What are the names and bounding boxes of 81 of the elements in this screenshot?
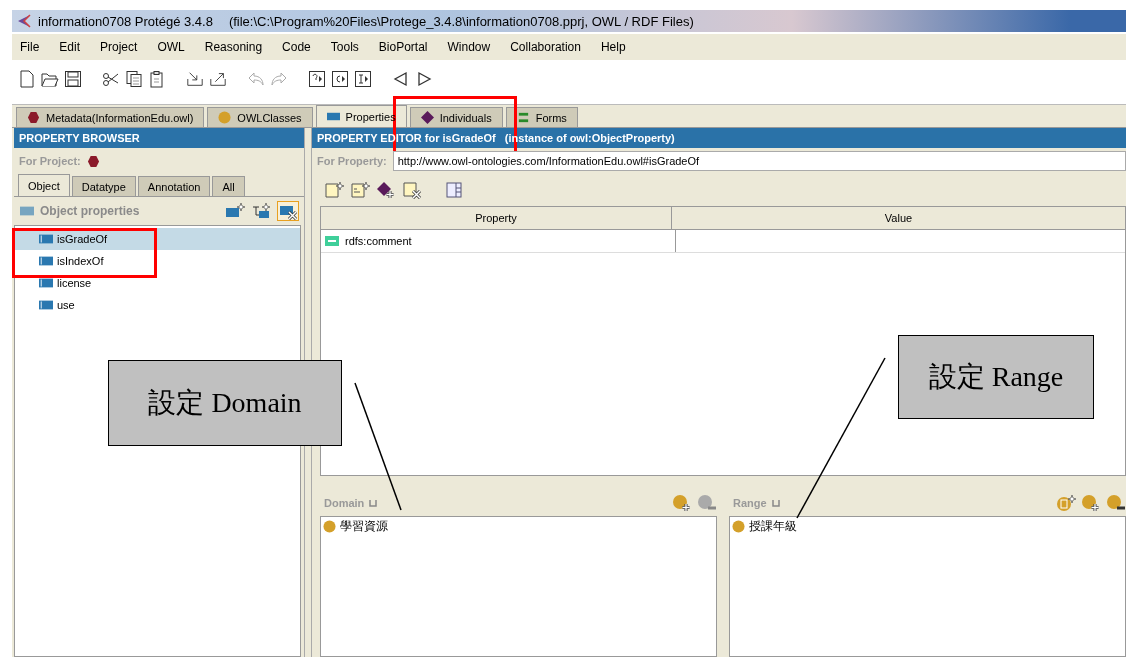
property-icon [39,300,53,310]
tab[interactable]: Metadata(InformationEdu.owl) [16,107,205,127]
new-document-note-icon[interactable] [350,181,370,199]
table-cell: rdfs:comment [321,230,676,252]
domain-label: Domain [324,497,365,509]
back-arrow-icon[interactable] [392,70,410,88]
union-icon [369,499,378,507]
class-icon [323,519,336,533]
tree-item[interactable]: use [15,294,300,316]
property-icon [39,278,53,288]
tab[interactable]: Forms [505,107,578,127]
for-project-label: For Project: [19,155,81,167]
class-item[interactable]: 學習資源 [321,517,716,535]
delete-property-icon[interactable] [277,201,299,221]
menu-item[interactable]: Project [100,40,138,54]
callout-box: 設定 Domain [108,360,342,446]
columns-icon[interactable] [444,181,464,199]
property-icon [39,234,53,244]
new-note-icon[interactable] [324,181,344,199]
create-property-icon[interactable] [225,202,245,220]
subtab[interactable]: Object [18,174,70,196]
scissors-icon[interactable] [102,70,120,88]
property-icon [39,256,53,266]
add-class-icon[interactable] [672,494,692,512]
tab[interactable]: Individuals [409,107,503,127]
new-file-icon[interactable] [18,70,36,88]
open-folder-icon[interactable] [41,70,59,88]
class-item[interactable]: 授課年級 [730,517,1125,535]
menu-item[interactable]: Reasoning [204,40,263,54]
union-icon [771,499,780,507]
forward-arrow-icon[interactable] [415,70,433,88]
create-subproperty-icon[interactable] [251,202,271,220]
export-icon[interactable] [209,70,227,88]
subtab[interactable]: All [212,176,245,196]
app-logo-icon [16,13,32,29]
range-label: Range [733,497,767,509]
for-property-label: For Property: [317,155,387,167]
menu-item[interactable]: BioPortal [378,40,428,54]
tree-item[interactable]: isGradeOf [15,228,300,250]
circle-icon [218,111,232,124]
query-box-icon[interactable] [308,70,326,88]
property-icon [20,206,34,216]
menu-item[interactable]: File [20,40,40,54]
menu-item[interactable]: Tools [330,40,359,54]
window-file-path: (file:\C:\Program%20Files\Protege_3.4.8\information0708.pprj, OWL / RDF Files) [228,13,694,29]
uri-field[interactable]: http://www.owl-ontologies.com/InformationEdu.owl#isGradeOf [392,151,1126,171]
tree-item[interactable]: isIndexOf [15,250,300,272]
menu-item[interactable]: Help [600,40,626,54]
window-title: information0708 Protégé 3.4.8 [38,13,213,29]
menu-item[interactable]: Code [282,40,311,54]
property-icon [326,110,340,123]
import-icon[interactable] [186,70,204,88]
tree-header: Object properties [40,204,140,218]
subtab[interactable]: Annotation [137,176,211,196]
column-header[interactable]: Property [321,207,672,229]
menu-item[interactable]: Collaboration [510,40,581,54]
class-icon [732,519,745,533]
delete-note-icon[interactable] [402,181,422,199]
hexagon-icon [86,154,100,168]
remove-class-icon[interactable] [1106,494,1126,512]
annotation-property-icon [325,236,339,246]
add-class-icon[interactable] [1081,494,1101,512]
column-header[interactable]: Value [672,207,1125,229]
subtab[interactable]: Datatype [71,176,136,196]
menu-item[interactable]: Edit [59,40,81,54]
add-diamond-icon[interactable] [376,181,396,199]
panel-header: PROPERTY BROWSER [14,128,304,148]
menu-item[interactable]: OWL [157,40,185,54]
save-icon[interactable] [64,70,82,88]
copy-icon[interactable] [125,70,143,88]
callout-box: 設定 Range [898,335,1094,419]
paste-icon[interactable] [148,70,166,88]
diamond-icon [420,111,434,124]
tree-item[interactable]: license [15,272,300,294]
menu-item[interactable]: Window [447,40,491,54]
instance-box-icon[interactable] [354,70,372,88]
class-box-icon[interactable] [331,70,349,88]
tab[interactable]: OWLClasses [207,107,313,127]
hexagon-icon [27,111,40,124]
form-icon [516,111,530,124]
create-class-icon[interactable] [1056,494,1076,512]
